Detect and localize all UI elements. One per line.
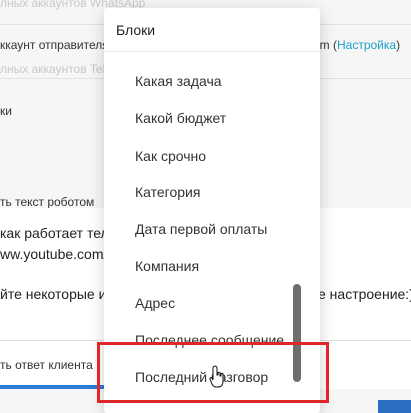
dropdown-item[interactable]: Компания bbox=[104, 248, 304, 285]
dropdown-header: Блоки bbox=[116, 22, 156, 38]
dropdown-item[interactable]: Категория bbox=[104, 174, 304, 211]
message-line-1: как работает тел bbox=[0, 225, 109, 241]
robot-text-label: ть текст роботом bbox=[0, 195, 95, 209]
settings-link[interactable]: Настройка bbox=[337, 38, 396, 52]
submit-button[interactable] bbox=[378, 400, 411, 413]
message-line-2: ww.youtube.com/ bbox=[0, 246, 108, 262]
message-line-3-end: е настроение:) bbox=[318, 286, 411, 302]
hand-cursor-icon bbox=[209, 365, 224, 388]
dropdown-divider bbox=[104, 51, 320, 52]
sender-account-value: am (Настройка) bbox=[313, 38, 401, 52]
dropdown-item[interactable]: Адрес bbox=[104, 285, 304, 322]
sender-account-label: ккаунт отправителя bbox=[0, 38, 109, 52]
message-line-3: йте некоторые и bbox=[0, 286, 107, 302]
dropdown-item[interactable]: Какая задача bbox=[104, 63, 304, 100]
dropdown-item[interactable]: Как срочно bbox=[104, 138, 304, 175]
telegram-accounts-label: лных аккаунтов Tele bbox=[0, 62, 112, 76]
blocks-label: ки bbox=[0, 104, 12, 118]
client-reply-label: ть ответ клиента bbox=[0, 358, 93, 372]
dropdown-item[interactable]: Какой бюджет bbox=[104, 100, 304, 137]
dropdown-item[interactable]: Дата первой оплаты bbox=[104, 211, 304, 248]
